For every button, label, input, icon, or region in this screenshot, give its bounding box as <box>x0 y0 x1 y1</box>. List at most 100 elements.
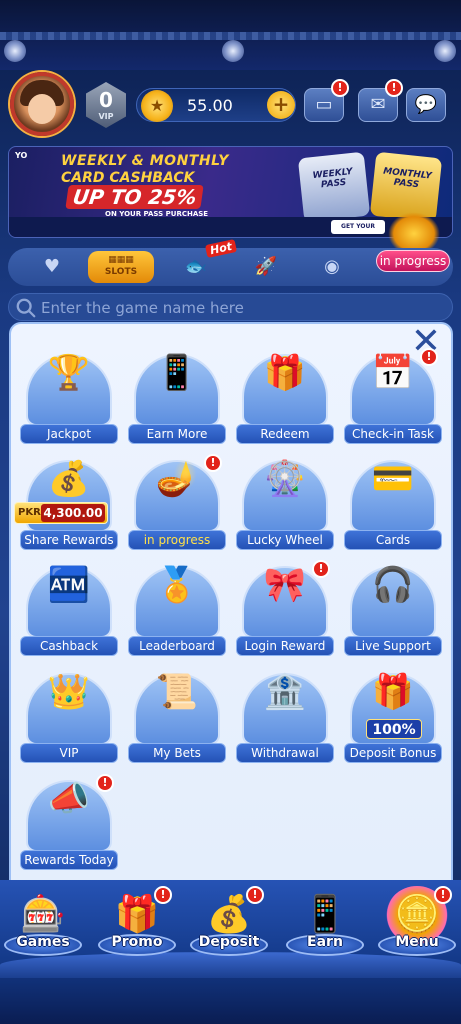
menu-tile-withdrawal[interactable]: 🏦 Withdrawal <box>236 659 334 763</box>
magic-lamp-icon[interactable] <box>388 212 440 248</box>
tile-label: Rewards Today <box>20 850 118 870</box>
menu-tile-redeem[interactable]: 🎁 Redeem <box>236 340 334 444</box>
spotlight-icon <box>434 40 456 62</box>
menu-tile-vip[interactable]: 👑 VIP <box>20 659 118 763</box>
menu-tile-rewards-today[interactable]: 📣 Rewards Today! <box>20 766 118 870</box>
vip-level: 0 <box>99 88 113 112</box>
banner-cta-button[interactable]: GET YOUR CLAIM YOUR <box>331 220 385 234</box>
menu-tile-share-rewards[interactable]: 💰 PKR 4,300.00 Share Rewards <box>14 446 118 550</box>
menu-tile-cashback[interactable]: 🏧 Cashback <box>20 552 118 656</box>
tab-slots[interactable]: ▦▦▦ SLOTS <box>88 251 154 283</box>
coin-icon: ★ <box>141 90 173 122</box>
search-bar <box>8 293 453 321</box>
reward-amount-badge: PKR 4,300.00 <box>14 502 108 524</box>
podium-icon: 🏅 <box>155 565 199 605</box>
notification-badge: ! <box>420 348 438 366</box>
card-icon: 💳 <box>371 459 415 499</box>
slots-icon: ▦▦▦ <box>108 255 134 265</box>
menu-tile-my-bets[interactable]: 📜 My Bets <box>128 659 226 763</box>
treasure-chest-icon: 💰 <box>47 459 91 499</box>
tile-label: Cashback <box>20 636 118 656</box>
nav-deposit[interactable]: 💰 Deposit! <box>186 886 272 972</box>
reward-currency: PKR <box>18 507 41 518</box>
balance-value: 55.00 <box>187 96 233 115</box>
tile-label: Jackpot <box>20 424 118 444</box>
avatar-face <box>28 94 56 124</box>
nav-menu[interactable]: 🪙 Menu! <box>374 886 460 972</box>
nav-label: Deposit <box>198 934 260 950</box>
wallet-badge: ! <box>331 79 349 97</box>
nav-promo[interactable]: 🎁 Promo! <box>94 886 180 972</box>
tile-label: Withdrawal <box>236 743 334 763</box>
nav-label: Earn <box>307 934 343 950</box>
betting-slips-icon: 📜 <box>155 672 199 712</box>
top-header: 0 VIP ★ 55.00 + ▭ ! ✉ ! 💬 <box>8 72 453 136</box>
in-progress-pill[interactable]: in progress <box>376 250 450 272</box>
mail-badge: ! <box>385 79 403 97</box>
menu-tile-in-progress[interactable]: 🪔 in progress! <box>128 446 226 550</box>
code-bag-icon: 🎁 <box>263 353 307 393</box>
trophy-icon: 🏆 <box>47 353 91 393</box>
tile-label: Deposit Bonus <box>344 743 442 763</box>
rocket-icon[interactable]: 🚀 <box>238 251 294 283</box>
banner-line2: CARD CASHBACK <box>61 170 195 186</box>
nav-label: Promo <box>111 934 163 950</box>
tab-slots-label: SLOTS <box>104 267 138 277</box>
tile-label: Lucky Wheel <box>236 530 334 550</box>
banner-logo: YO <box>15 151 28 160</box>
avatar[interactable] <box>10 72 74 136</box>
gift-check-icon: 🎀 <box>263 565 307 605</box>
truss-beam <box>0 32 461 40</box>
nav-earn[interactable]: 📱 Earn <box>282 886 368 972</box>
vip-level-badge[interactable]: 0 VIP <box>86 82 126 128</box>
tile-label: Cards <box>344 530 442 550</box>
promo-banner[interactable]: YO WEEKLY & MONTHLY CARD CASHBACK UP TO … <box>8 146 453 238</box>
reward-amount: 4,300.00 <box>41 504 105 522</box>
vip-label: VIP <box>98 112 114 121</box>
tile-label: Check-in Task <box>344 424 442 444</box>
atm-icon: 🏦 <box>263 672 307 712</box>
weekly-pass-card: WEEKLY PASS <box>297 151 371 223</box>
balance-bar: ★ 55.00 + <box>136 88 296 122</box>
tile-label: Redeem <box>236 424 334 444</box>
spotlight-icon <box>222 40 244 62</box>
search-icon <box>16 298 36 318</box>
search-input[interactable] <box>41 297 441 319</box>
menu-tile-check-in-task[interactable]: 📅 Check-in Task! <box>344 340 442 444</box>
tile-label: Share Rewards <box>20 530 118 550</box>
favorites-heart-icon[interactable]: ♥ <box>24 251 80 283</box>
wallet-button[interactable]: ▭ ! <box>304 79 349 122</box>
menu-tile-earn-more[interactable]: 📱 Earn More <box>128 340 226 444</box>
hot-tag: Hot <box>204 239 238 258</box>
banner-line3: UP TO 25% <box>65 185 205 209</box>
calendar-check-icon: 📅 <box>371 353 415 393</box>
notification-badge: ! <box>96 774 114 792</box>
support-agent-icon: 🎧 <box>371 565 415 605</box>
notification-badge: ! <box>154 886 172 904</box>
notification-badge: ! <box>204 454 222 472</box>
crown-throne-icon: 👑 <box>47 672 91 712</box>
spotlight-icon <box>4 40 26 62</box>
tile-label: Live Support <box>344 636 442 656</box>
mail-button[interactable]: ✉ ! <box>358 79 403 122</box>
nav-games[interactable]: 🎰 Games <box>0 886 86 972</box>
banner-feature-strip <box>9 217 452 237</box>
menu-tile-lucky-wheel[interactable]: 🎡 Lucky Wheel <box>236 446 334 550</box>
table-game-icon[interactable]: ◉ <box>304 251 360 283</box>
gift-box-icon: 🎁 <box>371 672 415 712</box>
tile-label: Leaderboard <box>128 636 226 656</box>
menu-tile-jackpot[interactable]: 🏆 Jackpot <box>20 340 118 444</box>
nav-label: Games <box>16 934 70 950</box>
menu-tile-cards[interactable]: 💳 Cards <box>344 446 442 550</box>
notification-badge: ! <box>434 886 452 904</box>
add-funds-button[interactable]: + <box>267 91 295 119</box>
menu-tile-leaderboard[interactable]: 🏅 Leaderboard <box>128 552 226 656</box>
menu-tile-login-reward[interactable]: 🎀 Login Reward! <box>236 552 334 656</box>
menu-tile-deposit-bonus[interactable]: 🎁 100% Deposit Bonus <box>344 659 442 763</box>
tile-label: in progress <box>128 530 226 550</box>
tile-label: My Bets <box>128 743 226 763</box>
chat-button[interactable]: 💬 <box>406 88 446 122</box>
menu-tile-live-support[interactable]: 🎧 Live Support <box>344 552 442 656</box>
tile-label: VIP <box>20 743 118 763</box>
notification-badge: ! <box>312 560 330 578</box>
